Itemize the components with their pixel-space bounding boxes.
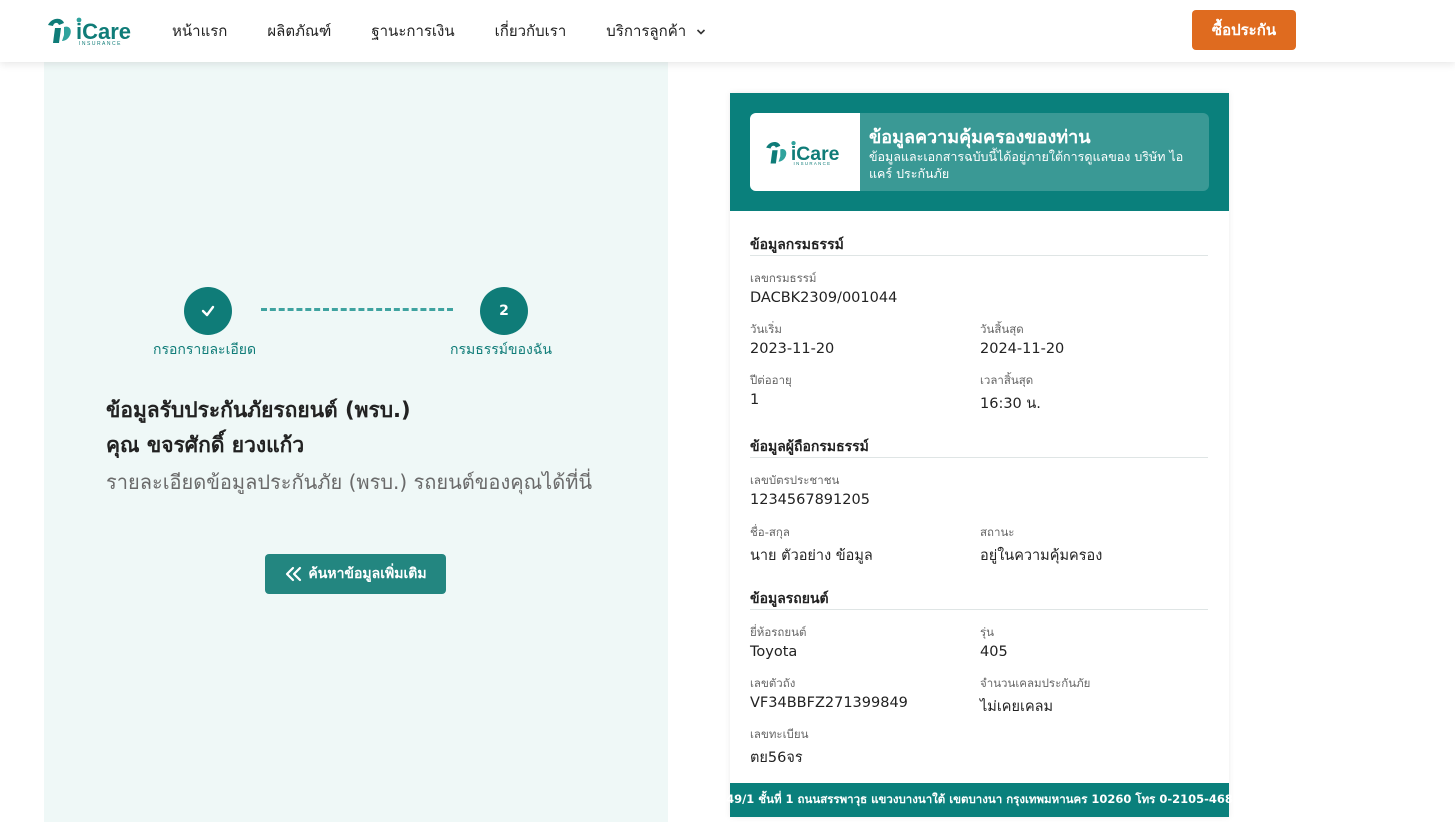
card-title: ข้อมูลความคุ้มครองของท่าน [869,127,1091,148]
double-chevron-left-icon [286,566,302,582]
plate-number: ตย56จร [750,750,803,766]
chassis-label: เลขตัวถัง [750,676,796,690]
chassis-number: VF34BBFZ271399849 [750,695,908,711]
icare-logo-mark: iCare INSURANCE [48,17,131,47]
policy-section-title: ข้อมูลกรมธรรม์ [750,237,844,253]
chevron-down-icon [696,22,706,40]
step-2-current: 2 [480,287,528,335]
nav-customer-service[interactable]: บริการลูกค้า [606,19,706,43]
start-date: 2023-11-20 [750,341,835,357]
renewal-year: 1 [750,392,760,408]
card-header-banner: iCare INSURANCE ข้อมูลความคุ้มครองของท่า… [750,113,1209,191]
section-divider [750,609,1208,610]
main-nav: หน้าแรก ผลิตภัณฑ์ ฐานะการเงิน เกี่ยวกับเ… [172,0,746,62]
car-model-label: รุ่น [980,625,995,639]
policy-number: DACBK2309/001044 [750,290,898,306]
holder-section-title: ข้อมูลผู้ถือกรมธรรม์ [750,439,869,455]
step-connector [261,308,453,311]
icare-logo-small: iCare INSURANCE [766,141,840,166]
renewal-year-label: ปีต่ออายุ [750,373,792,387]
nav-about[interactable]: เกี่ยวกับเรา [495,19,567,43]
car-model: 405 [980,644,1008,660]
plate-label: เลขทะเบียน [750,727,809,741]
card-logo-sub: INSURANCE [794,161,832,166]
company-address-footer: 549/1 ชั้นที่ 1 ถนนสรรพาวุธ แขวงบางนาใต้… [718,783,1241,817]
nav-customer-service-label: บริการลูกค้า [606,22,687,40]
buy-insurance-button[interactable]: ซื้อประกัน [1192,10,1296,50]
card-subtitle: ข้อมูลและเอกสารฉบับนี้ได้อยู่ภายใต้การดู… [869,149,1184,181]
citizen-id: 1234567891205 [750,492,870,508]
step-1-label: กรอกรายละเอียด [153,342,257,358]
policy-number-label: เลขกรมธรรม์ [750,271,817,285]
page-subtitle: รายละเอียดข้อมูลประกันภัย (พรบ.) รถยนต์ข… [106,470,593,494]
search-more-label: ค้นหาข้อมูลเพิ่มเติม [308,566,427,582]
end-date: 2024-11-20 [980,341,1065,357]
end-time-label: เวลาสิ้นสุด [980,373,1034,387]
claims-count: ไม่เคยเคลม [980,699,1054,715]
logo-sub: INSURANCE [79,41,122,47]
step-1-complete [184,287,232,335]
icare-logo[interactable]: iCare INSURANCE [46,13,138,47]
car-brand-label: ยี่ห้อรถยนต์ [750,625,807,639]
claims-label: จำนวนเคลมประกันภัย [980,676,1091,690]
left-panel: 2 กรอกรายละเอียด กรมธรรม์ของฉัน ข้อมูลรั… [44,62,668,822]
customer-name: คุณ ขจรศักดิ์ ยวงแก้ว [106,433,305,457]
section-divider [750,457,1208,458]
citizen-id-label: เลขบัตรประชาชน [750,473,840,487]
nav-products[interactable]: ผลิตภัณฑ์ [267,19,331,43]
status-label: สถานะ [980,525,1015,539]
section-divider [750,255,1208,256]
end-time: 16:30 น. [980,396,1041,412]
search-more-button[interactable]: ค้นหาข้อมูลเพิ่มเติม [265,554,446,594]
car-section-title: ข้อมูลรถยนต์ [750,591,829,607]
holder-name-label: ชื่อ-สกุล [750,525,790,539]
card-logo: iCare INSURANCE [750,113,860,191]
nav-financial[interactable]: ฐานะการเงิน [371,19,454,43]
card-header: iCare INSURANCE ข้อมูลความคุ้มครองของท่า… [730,93,1229,211]
check-icon [201,305,215,317]
end-date-label: วันสิ้นสุด [980,322,1024,336]
car-brand: Toyota [750,644,798,660]
top-navbar: iCare INSURANCE หน้าแรก ผลิตภัณฑ์ ฐานะกา… [0,0,1455,62]
nav-home[interactable]: หน้าแรก [172,19,227,43]
step-2-label: กรมธรรม์ของฉัน [450,342,552,358]
coverage-status: อยู่ในความคุ้มครอง [980,548,1103,564]
coverage-card: iCare INSURANCE ข้อมูลความคุ้มครองของท่า… [718,93,1241,817]
holder-name: นาย ตัวอย่าง ข้อมูล [750,548,873,564]
page-title: ข้อมูลรับประกันภัยรถยนต์ (พรบ.) [106,398,411,422]
start-date-label: วันเริ่ม [750,322,783,336]
